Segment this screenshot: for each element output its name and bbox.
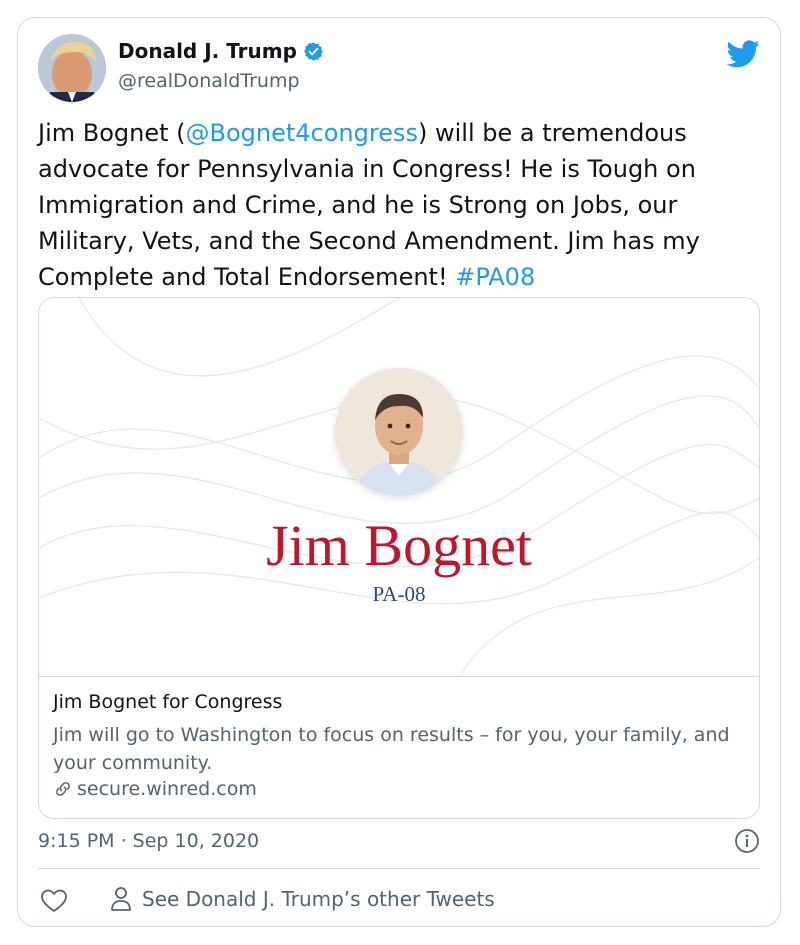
link-preview-card[interactable]: Jim Bognet PA-08 Jim Bognet for Congress… xyxy=(38,297,760,819)
card-domain: secure.winred.com xyxy=(77,778,257,800)
card-title[interactable]: Jim Bognet for Congress xyxy=(53,691,282,713)
card-image[interactable]: Jim Bognet PA-08 xyxy=(39,298,759,676)
tweet-timestamp[interactable]: 9:15 PM · Sep 10, 2020 xyxy=(38,830,259,852)
tweet-card: Donald J. Trump @realDonaldTrump Jim Bog… xyxy=(17,17,781,927)
heart-icon[interactable] xyxy=(40,888,68,914)
person-icon xyxy=(111,887,131,911)
card-image-name: Jim Bognet xyxy=(266,513,532,578)
card-description: Jim will go to Washington to focus on re… xyxy=(53,724,730,774)
author-handle[interactable]: @realDonaldTrump xyxy=(118,70,300,92)
display-name[interactable]: Donald J. Trump xyxy=(118,39,297,63)
avatar[interactable] xyxy=(38,34,106,102)
see-other-tweets-link[interactable]: See Donald J. Trump’s other Tweets xyxy=(110,886,495,912)
candidate-portrait xyxy=(335,368,463,496)
card-domain-row[interactable]: secure.winred.com xyxy=(53,778,257,800)
author-name-row[interactable]: Donald J. Trump xyxy=(118,39,324,63)
link-icon xyxy=(56,782,70,796)
text-part: Jim Bognet ( xyxy=(38,119,186,147)
mention-link[interactable]: @Bognet4congress xyxy=(186,119,418,147)
card-image-district: PA-08 xyxy=(372,582,426,606)
twitter-bird-icon[interactable] xyxy=(727,40,760,68)
verified-badge-icon xyxy=(303,41,323,61)
footer-divider xyxy=(38,868,760,869)
hashtag-link[interactable]: #PA08 xyxy=(455,263,535,291)
tweet-text: Jim Bognet (@Bognet4congress) will be a … xyxy=(38,115,768,295)
see-other-tweets-label[interactable]: See Donald J. Trump’s other Tweets xyxy=(142,887,495,911)
card-divider xyxy=(39,676,759,677)
info-icon[interactable] xyxy=(734,828,760,854)
